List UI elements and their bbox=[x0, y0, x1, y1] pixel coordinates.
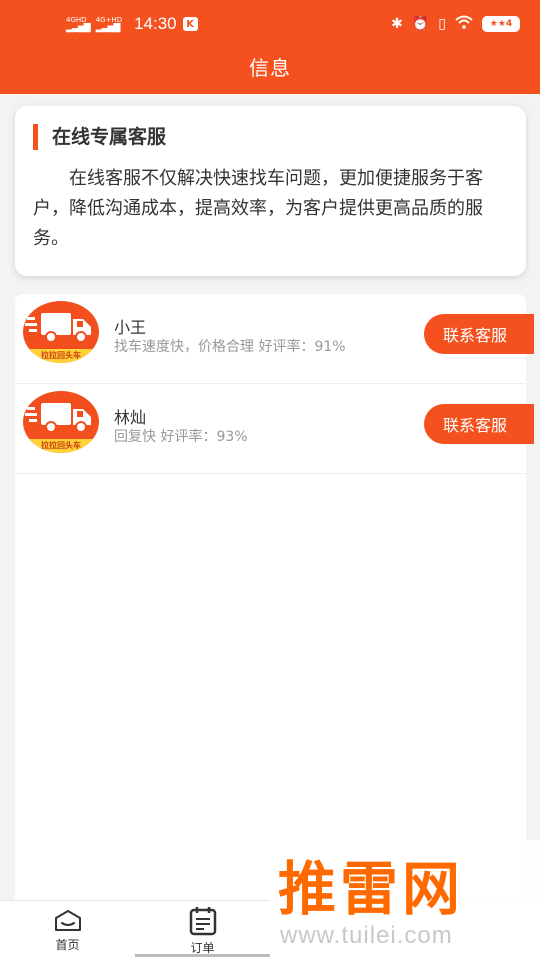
intro-card: 在线专属客服 在线客服不仅解决快速找车问题，更加便捷服务于客户，降低沟通成本，提… bbox=[15, 106, 526, 276]
agent-name: 林灿 bbox=[114, 408, 147, 427]
agent-name: 小王 bbox=[114, 318, 147, 337]
alarm-icon: ⏰ bbox=[411, 16, 430, 32]
truck-avatar: 拉拉回头车 bbox=[23, 301, 99, 363]
tab-home-label: 首页 bbox=[55, 938, 80, 952]
network-indicator-2: 4G+HD ▂▃▅▇ bbox=[95, 16, 122, 33]
vibrate-icon: ▯ bbox=[438, 16, 446, 32]
agent-list-item: 拉拉回头车 小王 找车速度快，价格合理 好评率：91% 联系客服 bbox=[15, 294, 534, 384]
tab-active-indicator bbox=[135, 954, 270, 957]
intro-body: 在线客服不仅解决快速找车问题，更加便捷服务于客户，降低沟通成本，提高效率，为客户… bbox=[33, 168, 483, 249]
app-header: 4GHD ▂▃▅▇ 4G+HD ▂▃▅▇ 14:30 K ✱ ⏰ ▯ ★★4 信… bbox=[0, 0, 540, 94]
order-icon bbox=[189, 907, 216, 936]
battery-icon: ★★4 bbox=[482, 16, 520, 32]
truck-avatar: 拉拉回头车 bbox=[23, 391, 99, 453]
empty-content-area bbox=[15, 474, 526, 900]
signal-bars-icon: ▂▃▅▇ bbox=[95, 23, 121, 33]
truck-icon bbox=[25, 313, 91, 343]
truck-icon bbox=[25, 403, 91, 433]
agent-description: 找车速度快，价格合理 好评率：91% bbox=[114, 339, 346, 355]
intro-title: 在线专属客服 bbox=[33, 124, 166, 150]
avatar-brand-label: 拉拉回头车 bbox=[23, 349, 99, 363]
contact-agent-button[interactable]: 联系客服 bbox=[424, 314, 534, 354]
status-time: 14:30 bbox=[134, 14, 177, 33]
watermark-brand: 推雷网 bbox=[278, 855, 465, 923]
contact-agent-button[interactable]: 联系客服 bbox=[424, 404, 534, 444]
watermark: 推雷网 www.tuilei.com bbox=[270, 840, 540, 960]
wifi-icon bbox=[455, 15, 473, 33]
tab-orders[interactable]: 订单 bbox=[135, 901, 270, 960]
app-notification-icon: K bbox=[182, 17, 198, 31]
signal-bars-icon: ▂▃▅▇ bbox=[66, 23, 91, 33]
tab-home[interactable]: 首页 bbox=[0, 901, 135, 960]
home-icon bbox=[54, 910, 81, 931]
agent-list: 拉拉回头车 小王 找车速度快，价格合理 好评率：91% 联系客服 拉拉回头车 林… bbox=[15, 294, 534, 474]
status-icons: ✱ ⏰ ▯ ★★4 bbox=[391, 15, 520, 33]
avatar-brand-label: 拉拉回头车 bbox=[23, 439, 99, 453]
agent-description: 回复快 好评率：93% bbox=[114, 429, 248, 445]
watermark-url: www.tuilei.com bbox=[280, 922, 453, 949]
network-indicator-1: 4GHD ▂▃▅▇ bbox=[66, 16, 91, 33]
page-title: 信息 bbox=[249, 56, 291, 80]
agent-list-item: 拉拉回头车 林灿 回复快 好评率：93% 联系客服 bbox=[15, 384, 534, 474]
status-bar: 4GHD ▂▃▅▇ 4G+HD ▂▃▅▇ 14:30 K ✱ ⏰ ▯ ★★4 bbox=[0, 0, 540, 48]
bluetooth-icon: ✱ bbox=[391, 16, 403, 32]
